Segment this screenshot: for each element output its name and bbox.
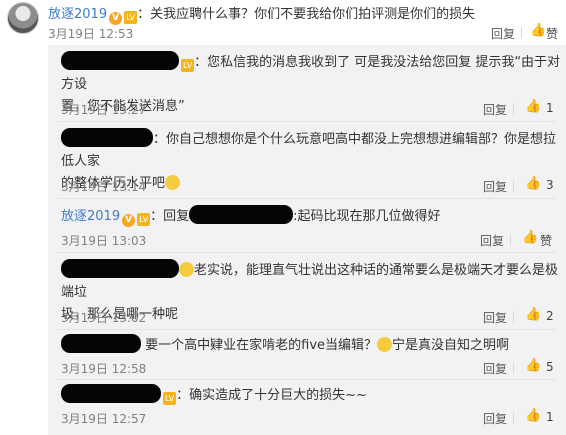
timestamp: 3月19日 12:57 [61,412,147,426]
reply-button[interactable]: 回复 [483,101,507,118]
redacted-username [61,384,161,403]
reply-text: 要一个高中肄业在家啃老的five当编辑？ 宁是真没自知之明啊 [61,334,509,357]
timestamp: 3月19日 13:03 [61,234,147,248]
divider [513,362,514,374]
main-comment: 放逐2019 V LV ：关我应聘什么事？你们不要我给你们拍评测是你们的损失 3月19… [0,0,566,45]
timestamp: 3月19日 13:14 [61,180,147,194]
redacted-username [61,334,141,353]
emoji-face-icon [165,175,181,190]
like-count[interactable]: 3 [546,178,554,192]
thumbs-up-icon[interactable]: 👍 [525,99,541,114]
thumbs-up-icon[interactable]: 👍 [525,176,541,191]
divider [513,180,514,192]
reply-text: LV ：确实造成了十分巨大的损失~~ [61,384,367,407]
timestamp: 3月19日 12:53 [48,27,134,41]
like-count[interactable]: 2 [546,309,554,323]
divider [510,234,511,246]
divider [521,27,522,39]
timestamp: 3月19日 12:58 [61,362,147,376]
timestamp: 3月19日 13:27 [61,103,147,117]
divider [513,412,514,424]
divider [513,103,514,115]
level-badge-icon: LV [181,59,195,72]
level-badge-icon: LV [124,11,138,24]
level-badge-icon: LV [137,213,151,226]
username-link[interactable]: 放逐2019 [61,209,120,224]
level-badge-icon: LV [163,392,177,405]
redacted-username [61,259,179,278]
reply-button[interactable]: 回复 [483,309,507,326]
thumbs-up-icon[interactable]: 👍 [525,358,541,373]
reply-button[interactable]: 回复 [483,178,507,195]
thumbs-up-icon[interactable]: 👍 [525,307,541,322]
redacted-username [189,205,294,224]
emoji-face-icon [377,337,393,352]
avatar[interactable] [7,2,39,34]
like-count[interactable]: 1 [546,410,554,424]
timestamp: 3月19日 13:02 [61,311,147,325]
reply-text: 放逐2019 V LV ：回复:起码比现在那几位做得好 [61,205,441,228]
comment-body: ：关我应聘什么事？你们不要我给你们拍评测是你们的损失 [137,7,476,22]
reply-button[interactable]: 回复 [483,360,507,377]
like-count[interactable]: 5 [546,360,554,374]
redacted-username [61,51,179,70]
reply-list: LV ：您私信我的消息我收到了 可是我没法给您回复 提示我“由于对方设 置，您不能发… [48,45,566,435]
username-link[interactable]: 放逐2019 [48,7,107,22]
thumbs-up-icon[interactable]: 👍 [522,230,538,245]
main-comment-text: 放逐2019 V LV ：关我应聘什么事？你们不要我给你们拍评测是你们的损失 [48,3,475,25]
thumbs-up-icon[interactable]: 👍 [525,408,541,423]
emoji-face-icon [179,262,194,277]
verified-v-icon: V [122,214,136,227]
reply-button[interactable]: 回复 [480,232,504,249]
like-button[interactable]: 赞 [540,232,552,249]
verified-v-icon: V [109,12,123,25]
divider [513,311,514,323]
like-count[interactable]: 1 [546,101,554,115]
reply-button[interactable]: 回复 [491,25,515,42]
like-button[interactable]: 赞 [546,25,558,42]
reply-button[interactable]: 回复 [483,410,507,427]
thumbs-up-icon[interactable]: 👍 [530,23,546,38]
redacted-username [61,128,153,147]
